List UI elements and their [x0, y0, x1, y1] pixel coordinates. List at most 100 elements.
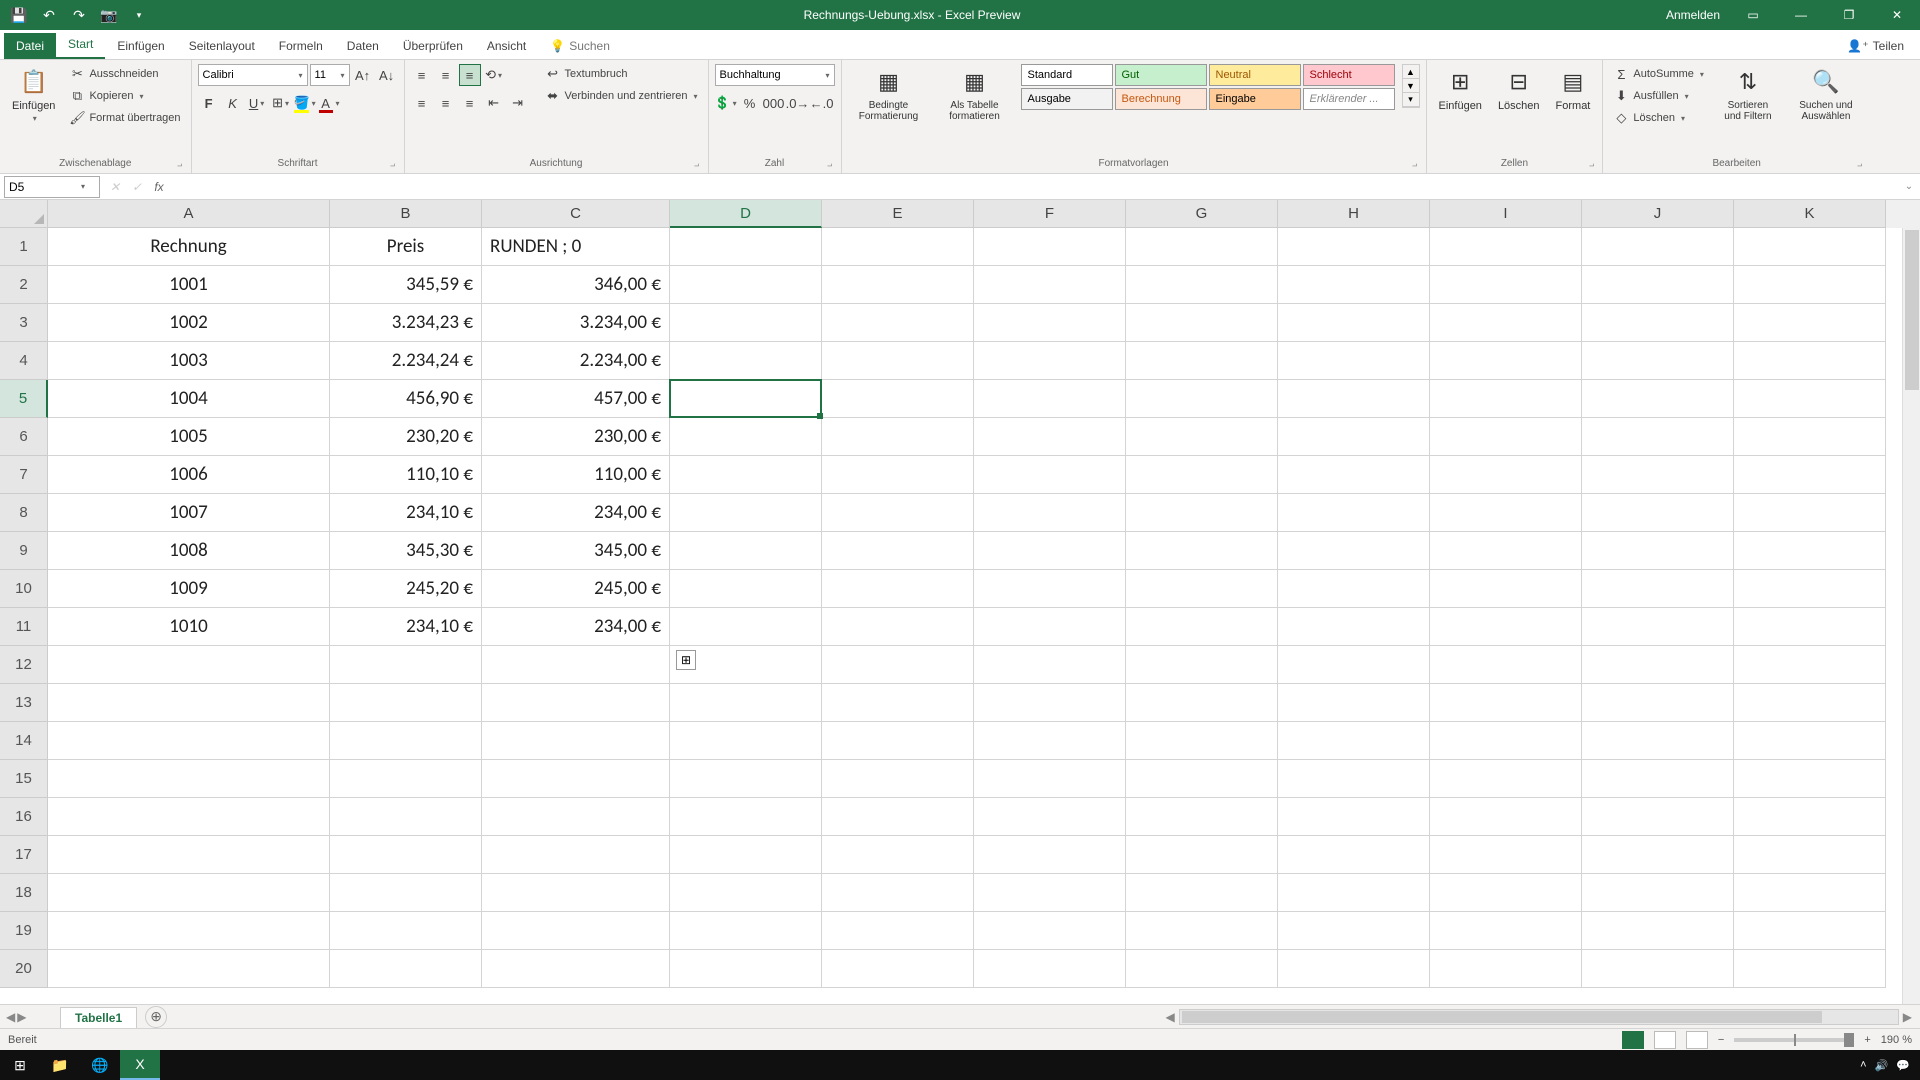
cell[interactable] — [1734, 722, 1886, 760]
paste-button[interactable]: 📋 Einfügen▾ — [6, 64, 61, 125]
formula-input[interactable] — [170, 176, 1898, 198]
cell[interactable] — [1278, 532, 1430, 570]
cell[interactable] — [48, 798, 330, 836]
vertical-scrollbar[interactable] — [1902, 228, 1920, 1004]
tab-home[interactable]: Start — [56, 31, 105, 59]
cell[interactable] — [1126, 836, 1278, 874]
column-header[interactable]: B — [330, 200, 482, 228]
cell[interactable] — [1126, 380, 1278, 418]
cell[interactable] — [1734, 380, 1886, 418]
cell[interactable] — [1430, 950, 1582, 988]
row-header[interactable]: 13 — [0, 684, 48, 722]
cell[interactable] — [822, 950, 974, 988]
cell[interactable] — [1582, 874, 1734, 912]
cell[interactable] — [1734, 684, 1886, 722]
cell[interactable] — [1278, 950, 1430, 988]
row-header[interactable]: 20 — [0, 950, 48, 988]
cell[interactable] — [330, 760, 482, 798]
cell[interactable] — [974, 380, 1126, 418]
system-tray[interactable]: ˄ 🔊 💬 — [1860, 1059, 1920, 1072]
cell[interactable] — [48, 874, 330, 912]
cell[interactable] — [1734, 570, 1886, 608]
page-layout-view-icon[interactable] — [1654, 1031, 1676, 1049]
wrap-text-button[interactable]: ↩Textumbruch — [541, 64, 702, 84]
cell[interactable] — [974, 532, 1126, 570]
start-button[interactable]: ⊞ — [0, 1050, 40, 1080]
cell[interactable] — [822, 456, 974, 494]
cell[interactable] — [822, 418, 974, 456]
cell[interactable] — [1582, 342, 1734, 380]
cell[interactable]: 3.234,23 € — [330, 304, 482, 342]
align-bottom-icon[interactable]: ≡ — [459, 64, 481, 86]
row-header[interactable]: 1 — [0, 228, 48, 266]
style-gut[interactable]: Gut — [1115, 64, 1207, 86]
fill-button[interactable]: ⬇Ausfüllen▾ — [1609, 86, 1708, 106]
file-explorer-icon[interactable]: 📁 — [40, 1050, 80, 1080]
cell[interactable] — [1734, 836, 1886, 874]
login-link[interactable]: Anmelden — [1666, 8, 1720, 22]
name-box-input[interactable] — [9, 180, 79, 194]
column-header[interactable]: C — [482, 200, 670, 228]
cell[interactable] — [1278, 684, 1430, 722]
cell[interactable] — [1126, 228, 1278, 266]
format-painter-button[interactable]: 🖌Format übertragen — [65, 108, 184, 128]
cell[interactable] — [1278, 380, 1430, 418]
cell[interactable] — [48, 760, 330, 798]
cell[interactable] — [1278, 608, 1430, 646]
cell[interactable] — [48, 722, 330, 760]
cell[interactable] — [48, 912, 330, 950]
cell[interactable] — [822, 304, 974, 342]
cell[interactable] — [1582, 836, 1734, 874]
cell[interactable]: 457,00 € — [482, 380, 670, 418]
hscroll-left-icon[interactable]: ◀ — [1166, 1010, 1175, 1024]
cell[interactable]: 345,00 € — [482, 532, 670, 570]
horizontal-scrollbar[interactable]: ◀ ▶ — [167, 1009, 1920, 1025]
cell[interactable] — [1126, 760, 1278, 798]
cell[interactable] — [1126, 494, 1278, 532]
cell[interactable] — [330, 798, 482, 836]
cell[interactable] — [330, 684, 482, 722]
decrease-font-icon[interactable]: A↓ — [376, 64, 398, 86]
cell[interactable] — [1126, 684, 1278, 722]
cell[interactable] — [1126, 798, 1278, 836]
expand-formula-bar-icon[interactable]: ⌄ — [1898, 181, 1920, 192]
excel-taskbar-icon[interactable]: X — [120, 1050, 160, 1080]
row-header[interactable]: 10 — [0, 570, 48, 608]
cell[interactable]: 230,20 € — [330, 418, 482, 456]
normal-view-icon[interactable] — [1622, 1031, 1644, 1049]
tray-up-icon[interactable]: ˄ — [1860, 1059, 1866, 1071]
number-format-combo[interactable]: Buchhaltung▾ — [715, 64, 835, 86]
cell[interactable] — [1430, 646, 1582, 684]
horizontal-scroll-thumb[interactable] — [1182, 1011, 1822, 1023]
cell[interactable]: 110,10 € — [330, 456, 482, 494]
cell[interactable] — [670, 836, 822, 874]
cell[interactable] — [1278, 418, 1430, 456]
cell[interactable]: 1005 — [48, 418, 330, 456]
cell[interactable] — [974, 418, 1126, 456]
comma-format-icon[interactable]: 000 — [763, 92, 785, 114]
autosum-button[interactable]: ΣAutoSumme▾ — [1609, 64, 1708, 84]
cell[interactable] — [670, 532, 822, 570]
cell[interactable] — [670, 570, 822, 608]
cell[interactable] — [822, 722, 974, 760]
cell[interactable] — [1582, 266, 1734, 304]
cell[interactable] — [1582, 570, 1734, 608]
cell[interactable] — [670, 608, 822, 646]
close-icon[interactable]: ✕ — [1874, 0, 1920, 30]
cell[interactable] — [1278, 570, 1430, 608]
style-ausgabe[interactable]: Ausgabe — [1021, 88, 1113, 110]
column-header[interactable]: K — [1734, 200, 1886, 228]
align-center-icon[interactable]: ≡ — [435, 92, 457, 114]
insert-cells-button[interactable]: ⊞Einfügen — [1433, 64, 1488, 114]
row-header[interactable]: 14 — [0, 722, 48, 760]
cell[interactable] — [1430, 798, 1582, 836]
cell[interactable] — [1430, 836, 1582, 874]
cell[interactable] — [1734, 760, 1886, 798]
row-header[interactable]: 15 — [0, 760, 48, 798]
cell[interactable] — [330, 950, 482, 988]
cell[interactable]: 2.234,00 € — [482, 342, 670, 380]
cell[interactable] — [822, 760, 974, 798]
cell[interactable] — [974, 684, 1126, 722]
row-header[interactable]: 19 — [0, 912, 48, 950]
cell[interactable] — [48, 684, 330, 722]
